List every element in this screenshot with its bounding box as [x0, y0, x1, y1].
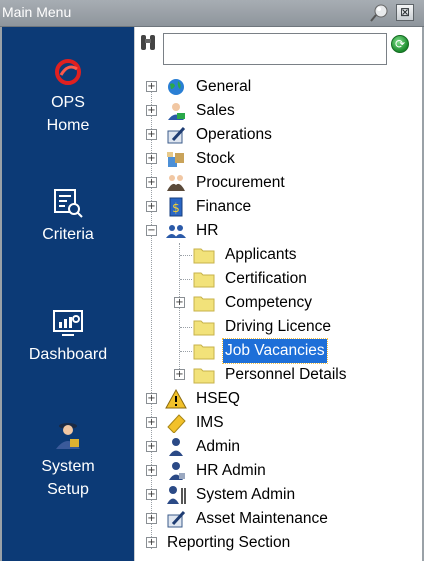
expand-icon[interactable]: + — [146, 465, 157, 476]
ops-logo-icon — [55, 59, 81, 85]
folder-icon — [193, 272, 215, 288]
expand-icon[interactable]: + — [146, 537, 157, 548]
tree-node-label: Asset Maintenance — [196, 510, 328, 527]
tree-node-label: Reporting Section — [167, 534, 291, 551]
nav-label-line2: Setup — [47, 481, 89, 498]
menu-tree-pane: ⟳ + General + Sales + Operations + Stock… — [134, 27, 422, 561]
expand-icon[interactable]: + — [146, 129, 157, 140]
criteria-search-icon — [54, 189, 83, 218]
binoculars-icon — [141, 35, 155, 50]
tree-node-label: Sales — [196, 102, 235, 119]
svg-text:$: $ — [172, 201, 180, 215]
folder-icon — [193, 296, 215, 312]
window-title: Main Menu — [2, 4, 72, 20]
folder-icon — [193, 368, 215, 384]
operations-pen-icon — [167, 126, 186, 144]
expand-icon[interactable]: + — [146, 177, 157, 188]
nav-system-setup[interactable]: System Setup — [2, 419, 134, 501]
nav-dashboard[interactable]: Dashboard — [2, 307, 134, 366]
collapse-icon[interactable]: − — [146, 225, 157, 236]
tree-node-label: HR — [196, 222, 219, 239]
nav-label-line1: Dashboard — [28, 346, 108, 363]
tree-node-label-selected: Job Vacancies — [222, 338, 328, 364]
tree-node-label: IMS — [196, 414, 224, 431]
tree-node-label: Admin — [196, 438, 240, 455]
dashboard-chart-icon — [53, 310, 83, 336]
tree-node-label: Driving Licence — [225, 318, 331, 335]
expand-icon[interactable]: + — [174, 369, 185, 380]
finance-dollar-icon: $ — [169, 197, 183, 217]
folder-icon — [193, 248, 215, 264]
folder-icon — [193, 344, 215, 360]
globe-icon — [168, 79, 184, 95]
admin-person-icon — [169, 438, 183, 456]
hr-admin-person-icon — [169, 462, 185, 480]
search-go-button[interactable]: ⟳ — [391, 35, 409, 53]
expand-icon[interactable]: + — [146, 417, 157, 428]
expand-icon[interactable]: + — [146, 153, 157, 164]
system-admin-tools-icon — [167, 486, 186, 504]
nav-label-line1: OPS — [51, 94, 85, 111]
tree-node-label: HR Admin — [196, 462, 266, 479]
nav-ops-home[interactable]: OPS Home — [2, 57, 134, 137]
stock-boxes-icon — [167, 152, 184, 167]
expand-icon[interactable]: + — [146, 489, 157, 500]
nav-criteria[interactable]: Criteria — [2, 187, 134, 246]
sales-person-icon — [168, 103, 185, 120]
hr-people-icon — [166, 225, 186, 238]
nav-label-line1: System — [41, 458, 95, 475]
pin-icon[interactable] — [368, 3, 390, 23]
tree-node-label: System Admin — [196, 486, 296, 503]
nav-label-line1: Criteria — [42, 226, 94, 243]
close-button[interactable]: ⊠ — [396, 4, 414, 21]
menu-tree: + General + Sales + Operations + Stock +… — [135, 75, 423, 561]
expand-icon[interactable]: + — [146, 393, 157, 404]
security-guard-icon — [56, 423, 80, 449]
tree-node-label: Operations — [196, 126, 272, 143]
tree-node-label: Finance — [196, 198, 252, 215]
tree-node-label: HSEQ — [196, 390, 240, 407]
expand-icon[interactable]: + — [146, 105, 157, 116]
nav-label-line2: Home — [46, 117, 90, 134]
asset-maintenance-pen-icon — [167, 510, 186, 528]
tree-node-label: Procurement — [196, 174, 285, 191]
tree-node-label: General — [196, 78, 252, 95]
tree-node-label: Stock — [196, 150, 235, 167]
warning-triangle-icon — [165, 389, 187, 409]
left-navigation: OPS Home Criteria Dashboard System Setup — [2, 27, 134, 561]
folder-icon — [193, 320, 215, 336]
tree-node-label: Applicants — [225, 246, 297, 263]
window-title-bar[interactable]: Main Menu ⊠ — [0, 0, 424, 27]
tree-node-label: Competency — [225, 294, 313, 311]
procurement-handshake-icon — [167, 175, 185, 191]
expand-icon[interactable]: + — [146, 201, 157, 212]
search-input[interactable] — [163, 33, 387, 65]
ims-note-icon — [167, 414, 186, 433]
tree-node-label: Personnel Details — [225, 366, 347, 383]
expand-icon[interactable]: + — [174, 297, 185, 308]
expand-icon[interactable]: + — [146, 441, 157, 452]
expand-icon[interactable]: + — [146, 81, 157, 92]
tree-node-label: Certification — [225, 270, 307, 287]
expand-icon[interactable]: + — [146, 513, 157, 524]
